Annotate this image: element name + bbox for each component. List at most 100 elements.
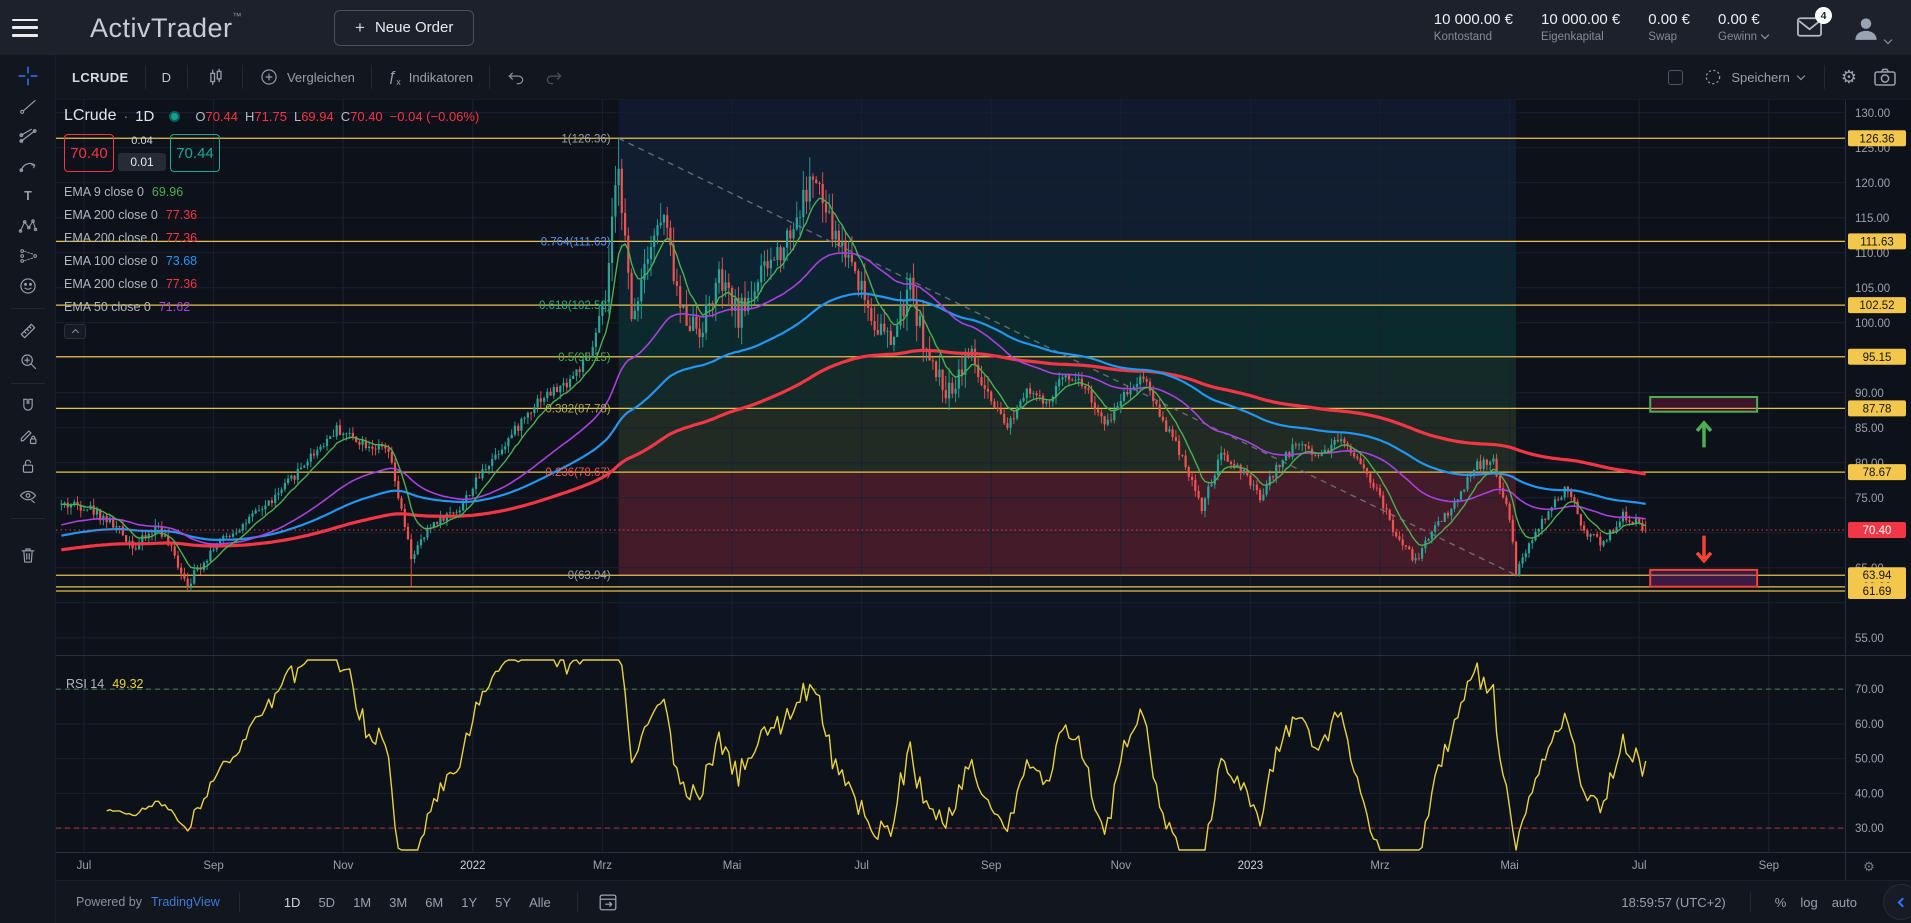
layout-select-checkbox[interactable] <box>1668 70 1683 85</box>
svg-text:120.00: 120.00 <box>1855 178 1890 190</box>
range-1m[interactable]: 1M <box>346 891 378 914</box>
svg-text:Jul: Jul <box>77 860 92 872</box>
undo-button[interactable] <box>490 55 542 99</box>
svg-text:0.5(95.15): 0.5(95.15) <box>558 352 611 364</box>
svg-text:110.00: 110.00 <box>1855 248 1889 260</box>
svg-text:75.00: 75.00 <box>1855 493 1884 505</box>
svg-text:0(63.94): 0(63.94) <box>568 570 611 582</box>
trend-line-tool[interactable] <box>0 91 56 121</box>
indicator-row-ema100[interactable]: EMA 100 close 073.68 <box>64 249 479 272</box>
svg-text:Nov: Nov <box>333 860 354 872</box>
notification-badge: 4 <box>1815 7 1832 24</box>
svg-text:90.00: 90.00 <box>1855 388 1884 400</box>
session-clock[interactable]: 18:59:57 (UTC+2) <box>1621 895 1725 910</box>
forecast-tool[interactable] <box>0 241 56 271</box>
chevron-left-icon <box>1898 897 1908 907</box>
menu-icon[interactable] <box>12 19 38 37</box>
range-1y[interactable]: 1Y <box>454 891 484 914</box>
go-to-date-icon[interactable] <box>597 891 619 913</box>
percent-scale-button[interactable]: % <box>1775 895 1787 910</box>
svg-text:0.236(78.67): 0.236(78.67) <box>545 467 610 479</box>
svg-text:0.618(102.52): 0.618(102.52) <box>539 300 611 312</box>
brush-tool[interactable] <box>0 151 56 181</box>
range-6m[interactable]: 6M <box>418 891 450 914</box>
interval-button[interactable]: D <box>146 55 187 99</box>
xabcd-pattern-tool[interactable] <box>0 211 56 241</box>
svg-text:100.00: 100.00 <box>1855 318 1890 330</box>
ohlc-values: O70.44 H71.75 L69.94 C70.40 −0.04 (−0.06… <box>195 109 479 124</box>
svg-text:Mai: Mai <box>723 860 742 872</box>
svg-text:1(126.36): 1(126.36) <box>561 133 610 145</box>
account-balance: 10 000.00 € Kontostand <box>1434 11 1513 44</box>
range-all[interactable]: Alle <box>522 891 558 914</box>
chart-legend: LCrude · 1D O70.44 H71.75 L69.94 C70.40 … <box>64 104 479 339</box>
symbol-button[interactable]: LCRUDE <box>56 55 145 99</box>
app-logo: ActivTrader™ <box>90 11 242 44</box>
range-3m[interactable]: 3M <box>382 891 414 914</box>
measure-tool[interactable] <box>0 316 56 346</box>
indicator-row-ema9[interactable]: EMA 9 close 069.96 <box>64 180 479 203</box>
sell-button[interactable]: 70.40 <box>64 134 114 172</box>
text-tool[interactable]: T <box>0 181 56 211</box>
compare-button[interactable]: Vergleichen <box>243 55 371 99</box>
indicators-button[interactable]: ƒx Indikatoren <box>372 55 489 99</box>
indicator-row-ema200[interactable]: EMA 200 close 077.36 <box>64 226 479 249</box>
price-chart-canvas[interactable]: 1(126.36)0.764(111.63)0.618(102.52)0.5(9… <box>56 100 1911 880</box>
drawing-tools-rail: T <box>0 55 56 923</box>
svg-text:126.36: 126.36 <box>1859 133 1894 145</box>
tradingview-link[interactable]: TradingView <box>151 895 220 909</box>
remove-all-tool[interactable] <box>0 540 56 570</box>
emoji-tool[interactable] <box>0 271 56 301</box>
buy-button[interactable]: 70.44 <box>170 134 220 172</box>
log-scale-button[interactable]: log <box>1800 895 1817 910</box>
range-5d[interactable]: 5D <box>311 891 342 914</box>
market-status-dot <box>169 111 180 122</box>
svg-text:87.78: 87.78 <box>1863 403 1892 415</box>
svg-text:102.52: 102.52 <box>1859 300 1894 312</box>
account-profit-dropdown[interactable]: 0.00 € Gewinn <box>1718 11 1768 44</box>
legend-collapse-button[interactable] <box>64 324 86 339</box>
lock-all-tool[interactable] <box>0 451 56 481</box>
activtrader-app: { "topbar": { "logo": "ActivTrader", "lo… <box>0 0 1911 923</box>
indicator-row-ema50[interactable]: EMA 50 close 071.62 <box>64 295 479 318</box>
avatar <box>1851 13 1881 43</box>
chart-style-button[interactable] <box>188 55 242 99</box>
user-menu[interactable] <box>1851 13 1891 43</box>
save-layout-button[interactable]: Speichern <box>1699 67 1808 87</box>
drawing-lock-tool[interactable] <box>0 421 56 451</box>
quick-trade-panel: 70.40 0.04 0.01 70.44 <box>64 134 479 172</box>
cloud-sync-icon <box>1703 67 1723 87</box>
chart-toolbar: LCRUDE D Vergleichen ƒx Indikatoren <box>56 55 1911 100</box>
crosshair-tool[interactable] <box>0 61 56 91</box>
range-5y[interactable]: 5Y <box>488 891 518 914</box>
indicator-row-ema200[interactable]: EMA 200 close 077.36 <box>64 272 479 295</box>
redo-icon <box>544 68 564 86</box>
camera-snapshot-icon[interactable] <box>1873 66 1897 88</box>
range-1d[interactable]: 1D <box>277 891 308 914</box>
top-bar: ActivTrader™ + Neue Order 10 000.00 € Ko… <box>0 0 1911 55</box>
spread-display: 0.04 0.01 <box>116 134 168 172</box>
fx-icon: ƒx <box>388 68 401 87</box>
svg-text:85.00: 85.00 <box>1855 423 1884 435</box>
chevron-up-icon <box>71 329 78 336</box>
rsi-indicator-label[interactable]: RSI 14 49.32 <box>66 677 144 691</box>
auto-scale-button[interactable]: auto <box>1832 895 1857 910</box>
new-order-button[interactable]: + Neue Order <box>334 10 474 46</box>
notifications-button[interactable]: 4 <box>1796 16 1823 43</box>
svg-text:⚙: ⚙ <box>1863 859 1875 874</box>
legend-symbol[interactable]: LCrude <box>64 107 116 125</box>
fib-retracement-tool[interactable] <box>0 121 56 151</box>
settings-gear-icon[interactable]: ⚙ <box>1841 67 1857 88</box>
zoom-in-tool[interactable] <box>0 346 56 376</box>
svg-text:105.00: 105.00 <box>1855 283 1890 295</box>
indicator-row-ema200[interactable]: EMA 200 close 077.36 <box>64 203 479 226</box>
svg-text:Nov: Nov <box>1111 860 1132 872</box>
hide-all-tool[interactable] <box>0 481 56 511</box>
collapse-panel-button[interactable] <box>1883 884 1911 920</box>
redo-button[interactable] <box>542 55 580 99</box>
svg-text:2022: 2022 <box>460 860 486 872</box>
svg-text:Sep: Sep <box>981 860 1001 872</box>
magnet-tool[interactable] <box>0 391 56 421</box>
svg-text:2023: 2023 <box>1238 860 1264 872</box>
svg-text:40.00: 40.00 <box>1855 788 1884 800</box>
